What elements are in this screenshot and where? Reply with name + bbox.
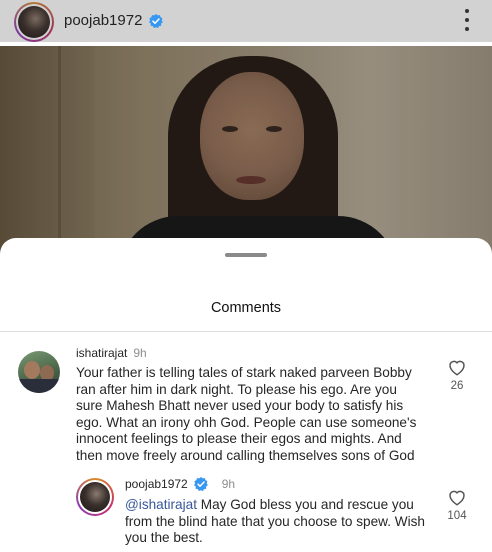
- verified-badge-icon: [149, 13, 164, 28]
- comment-text: Your father is telling tales of stark na…: [76, 365, 417, 463]
- reply-time: 9h: [221, 477, 236, 491]
- verified-badge-icon: [193, 477, 208, 491]
- comment-like-count: 26: [450, 380, 464, 392]
- post-author[interactable]: poojab1972: [64, 12, 164, 29]
- commenter-username[interactable]: ishatirajat: [76, 346, 127, 360]
- comment-like-button[interactable]: 26: [442, 358, 472, 392]
- reply-text: @ishatirajat May God bless you and rescu…: [125, 497, 435, 547]
- reply-like-count: 104: [447, 510, 467, 522]
- reply-author-username[interactable]: poojab1972: [125, 477, 188, 491]
- reply-mention-link[interactable]: @ishatirajat: [125, 497, 197, 512]
- comments-sheet: Comments ishatirajat 9h Your father is te…: [0, 238, 492, 552]
- comment-meta: ishatirajat 9h: [76, 346, 147, 360]
- commenter-avatar[interactable]: [18, 351, 60, 393]
- comment-time: 9h: [133, 346, 147, 360]
- comments-title: Comments: [210, 300, 282, 316]
- heart-outline-icon: [449, 490, 465, 506]
- sheet-drag-handle[interactable]: [225, 253, 267, 257]
- post-header: poojab1972: [0, 0, 492, 42]
- heart-outline-icon: [449, 360, 465, 376]
- reply-author-avatar[interactable]: [76, 478, 114, 516]
- reply-like-button[interactable]: 104: [442, 488, 472, 522]
- post-image: [0, 46, 492, 256]
- reply-meta: poojab1972 9h: [125, 476, 235, 492]
- post-author-username[interactable]: poojab1972: [64, 12, 142, 29]
- more-vertical-icon[interactable]: [462, 9, 472, 31]
- post-author-avatar[interactable]: [14, 2, 54, 42]
- header-divider: [0, 331, 492, 332]
